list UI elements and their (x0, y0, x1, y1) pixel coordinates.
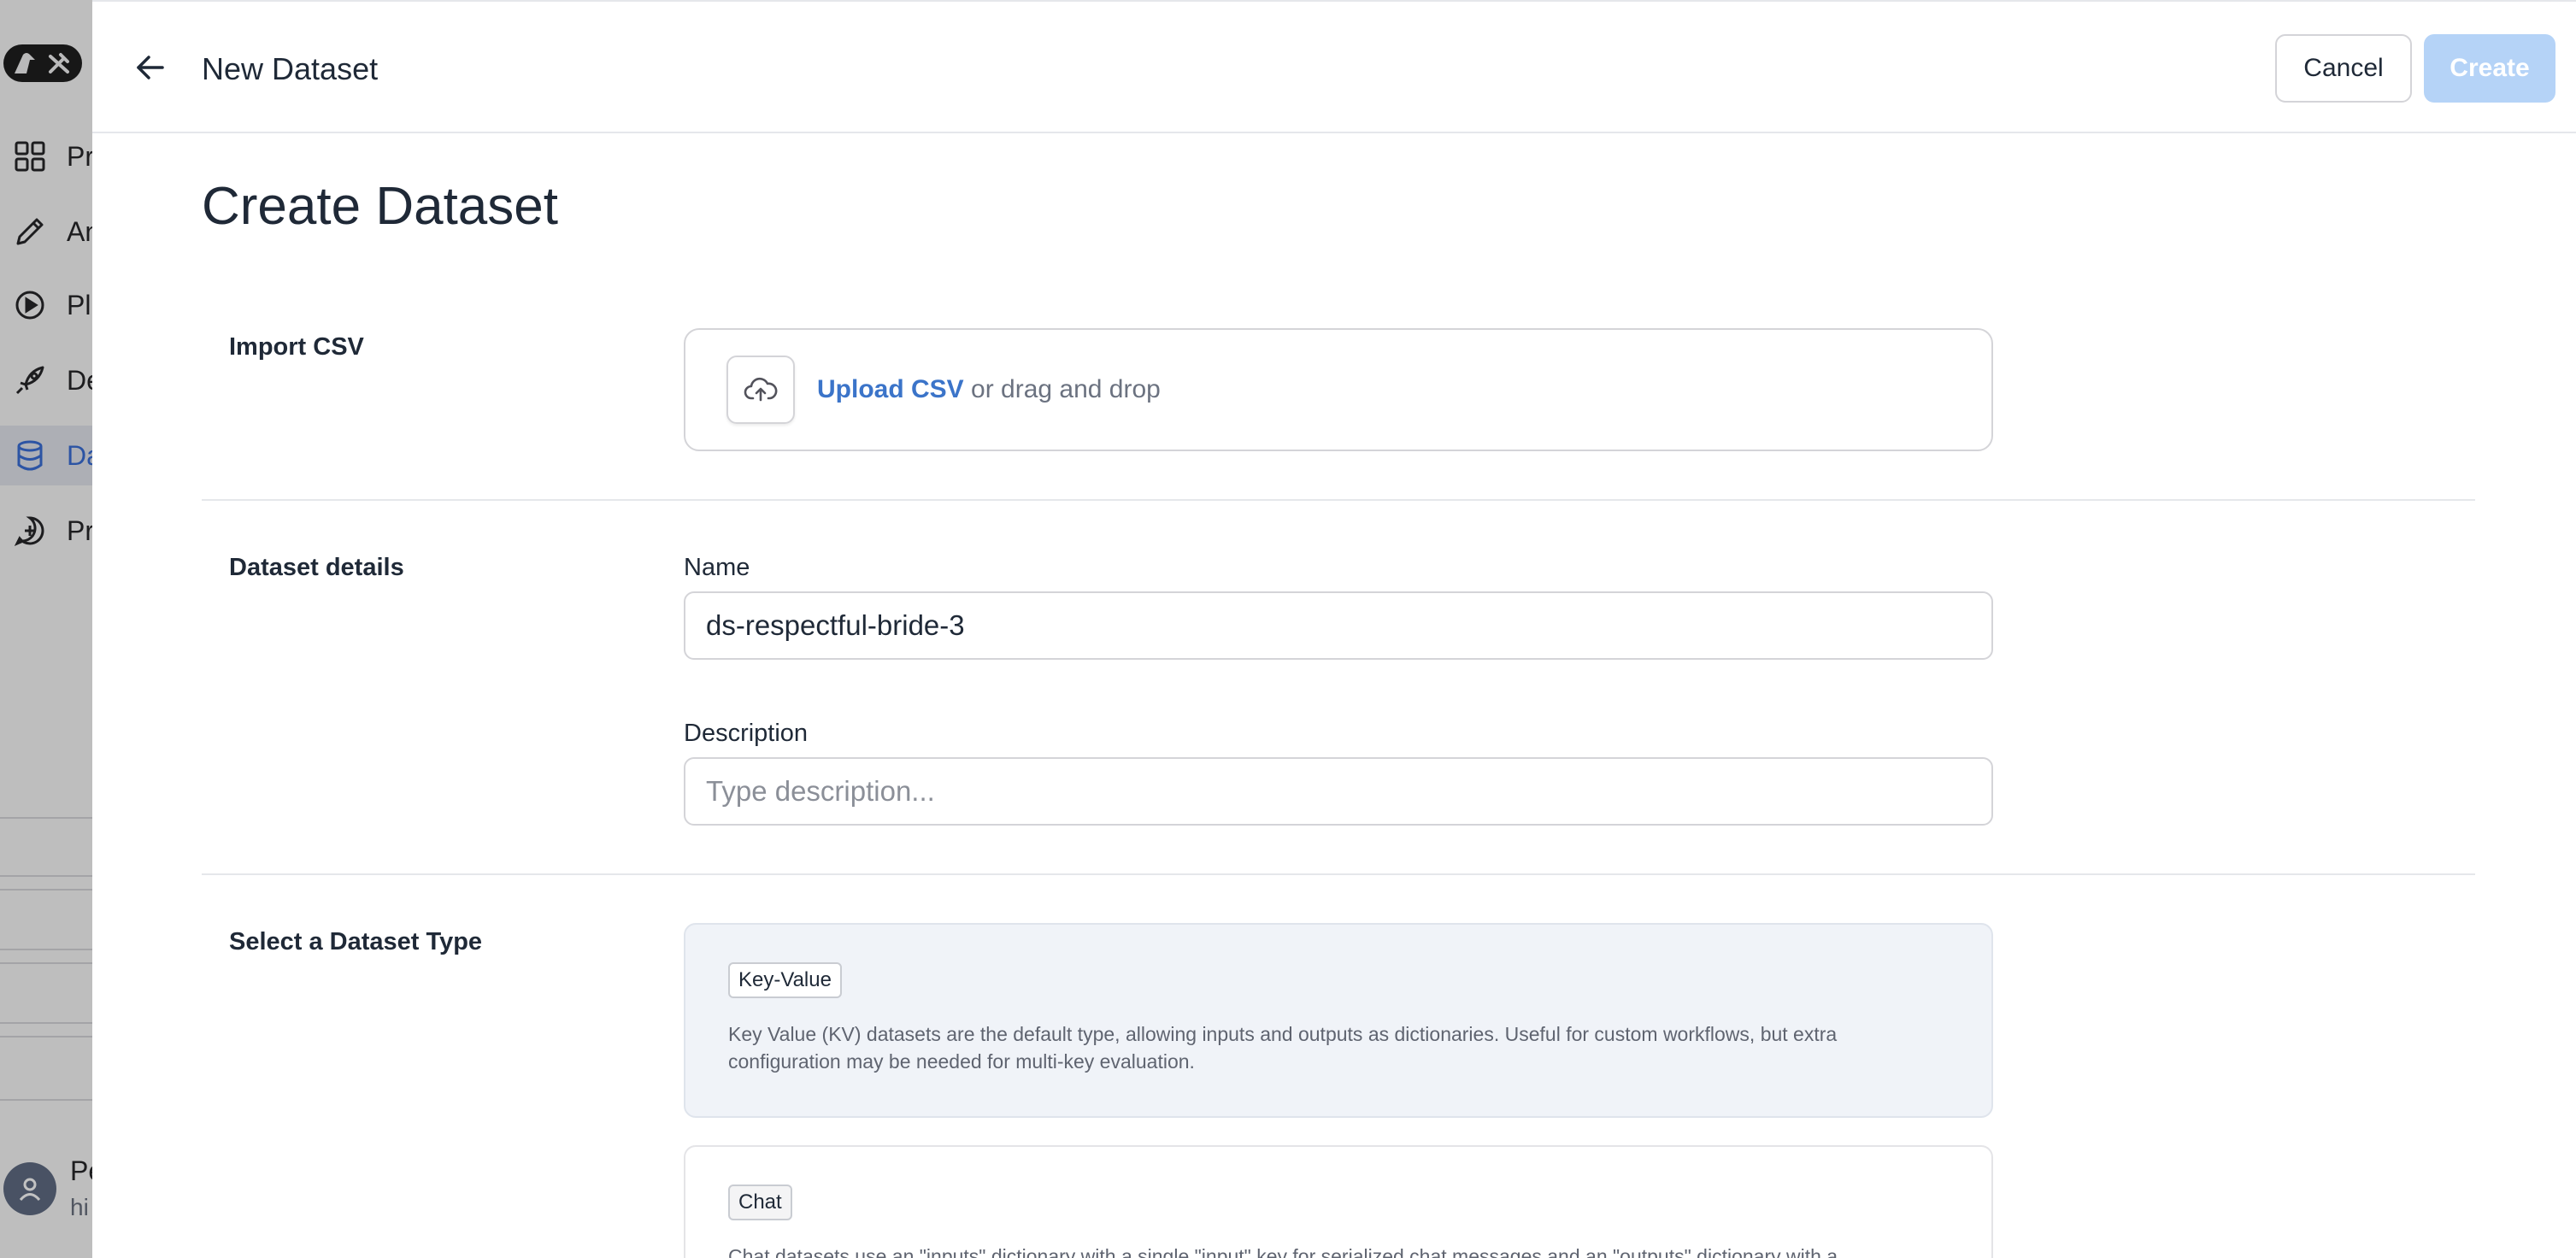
upload-hint: or drag and drop (963, 375, 1161, 403)
csv-dropzone[interactable]: Upload CSV or drag and drop (684, 328, 1993, 451)
dataset-type-label: Select a Dataset Type (229, 928, 483, 955)
description-input[interactable] (684, 757, 1993, 826)
upload-csv-link[interactable]: Upload CSV (817, 375, 964, 403)
upload-button[interactable] (726, 356, 795, 424)
arrow-left-icon (137, 56, 164, 79)
drawer-header: New Dataset Cancel Create (92, 0, 2576, 133)
cancel-button[interactable]: Cancel (2275, 34, 2412, 103)
type-badge: Key-Value (728, 962, 842, 998)
upload-text: Upload CSV or drag and drop (817, 375, 1161, 404)
name-label: Name (684, 554, 750, 581)
type-badge: Chat (728, 1185, 792, 1220)
type-description: Key Value (KV) datasets are the default … (728, 1023, 1838, 1073)
dataset-type-option-key-value[interactable]: Key-Value Key Value (KV) datasets are th… (684, 923, 1993, 1118)
section-divider (202, 873, 2475, 875)
name-input[interactable] (684, 591, 1993, 660)
new-dataset-drawer: New Dataset Cancel Create Create Dataset… (92, 0, 2576, 1258)
page-title: Create Dataset (202, 177, 558, 236)
dataset-type-option-chat[interactable]: Chat Chat datasets use an "inputs" dicti… (684, 1145, 1993, 1258)
import-csv-label: Import CSV (229, 333, 364, 361)
section-divider (202, 499, 2475, 501)
drawer-title: New Dataset (202, 51, 379, 86)
cloud-upload-icon (744, 377, 778, 402)
dataset-details-label: Dataset details (229, 554, 404, 581)
description-label: Description (684, 720, 809, 747)
type-description: Chat datasets use an "inputs" dictionary… (728, 1245, 1838, 1258)
back-button[interactable] (133, 44, 168, 91)
create-button[interactable]: Create (2424, 34, 2555, 103)
